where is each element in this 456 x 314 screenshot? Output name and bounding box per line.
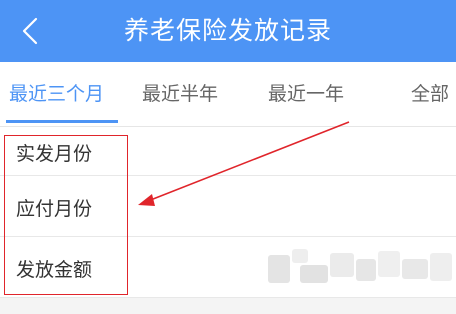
tab-all[interactable]: 全部	[411, 62, 449, 126]
app-header: 养老保险发放记录	[0, 0, 456, 62]
record-list: 实发月份 应付月份 发放金额	[0, 127, 456, 314]
divider	[0, 297, 456, 298]
tab-last-three-months[interactable]: 最近三个月	[9, 62, 104, 126]
row-label: 实发月份	[16, 143, 93, 165]
list-item-actual-month[interactable]: 实发月份	[0, 127, 456, 175]
row-label: 应付月份	[16, 198, 93, 220]
tab-last-year[interactable]: 最近一年	[268, 62, 344, 126]
list-item-payable-month[interactable]: 应付月份	[0, 176, 456, 236]
tab-last-half-year[interactable]: 最近半年	[142, 62, 218, 126]
page-title: 养老保险发放记录	[123, 16, 332, 45]
period-tabs: 最近三个月 最近半年 最近一年 全部	[0, 62, 456, 127]
active-tab-indicator	[6, 120, 118, 123]
row-label: 发放金额	[16, 259, 93, 281]
list-item-amount[interactable]: 发放金额	[0, 237, 456, 297]
